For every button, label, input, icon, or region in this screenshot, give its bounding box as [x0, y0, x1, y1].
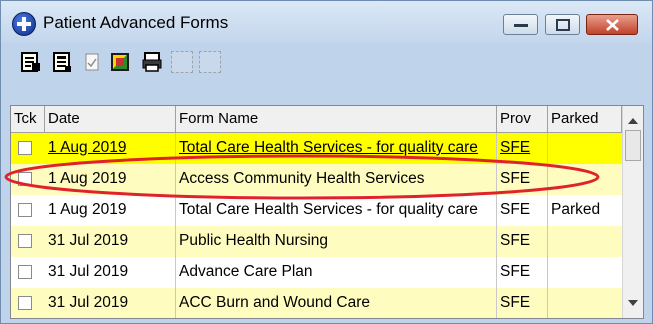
prov-cell: SFE	[497, 195, 548, 226]
parked-cell	[548, 288, 622, 318]
parked-cell	[548, 257, 622, 288]
parked-cell	[548, 226, 622, 257]
blank-button-icon[interactable]	[199, 51, 221, 73]
new-form-icon[interactable]	[19, 51, 41, 73]
form-name-cell: Total Care Health Services - for quality…	[176, 195, 497, 226]
forms-table: Tck Date Form Name Prov Parked 1 Aug 201…	[10, 105, 644, 319]
print-icon[interactable]	[141, 51, 163, 73]
table-row[interactable]: 1 Aug 2019 Access Community Health Servi…	[11, 164, 622, 195]
patient-advanced-forms-window: Patient Advanced Forms Tck Date Form Nam…	[0, 0, 653, 324]
prov-cell: SFE	[497, 288, 548, 318]
date-cell: 1 Aug 2019	[45, 195, 176, 226]
table-row[interactable]: 31 Jul 2019 ACC Burn and Wound Care SFE	[11, 288, 622, 318]
scroll-down-arrow-icon[interactable]	[628, 300, 638, 306]
tick-checkbox[interactable]	[18, 203, 32, 217]
form-name-cell: Total Care Health Services - for quality…	[176, 133, 497, 164]
tick-checkbox[interactable]	[18, 141, 32, 155]
prov-cell: SFE	[497, 133, 548, 164]
minimize-icon	[514, 24, 528, 27]
blank-button-icon[interactable]	[171, 51, 193, 73]
date-cell: 1 Aug 2019	[45, 164, 176, 195]
tick-checkbox[interactable]	[18, 296, 32, 310]
form-name-cell: Public Health Nursing	[176, 226, 497, 257]
column-header-date[interactable]: Date	[45, 106, 176, 132]
parked-cell	[548, 133, 622, 164]
table-row[interactable]: 31 Jul 2019 Advance Care Plan SFE	[11, 257, 622, 288]
vertical-scrollbar[interactable]	[622, 106, 643, 318]
column-header-form-name[interactable]: Form Name	[176, 106, 497, 132]
date-cell: 31 Jul 2019	[45, 226, 176, 257]
maximize-icon	[556, 19, 570, 31]
tick-checkbox[interactable]	[18, 172, 32, 186]
form-name-cell: Access Community Health Services	[176, 164, 497, 195]
minimize-button[interactable]	[503, 14, 538, 35]
table-row[interactable]: 1 Aug 2019 Total Care Health Services - …	[11, 195, 622, 226]
form-name-cell: ACC Burn and Wound Care	[176, 288, 497, 318]
window-title: Patient Advanced Forms	[43, 13, 229, 32]
close-icon	[606, 19, 619, 31]
prov-cell: SFE	[497, 257, 548, 288]
scroll-thumb[interactable]	[625, 130, 641, 161]
maximize-button[interactable]	[545, 14, 580, 35]
date-cell: 31 Jul 2019	[45, 257, 176, 288]
table-header: Tck Date Form Name Prov Parked	[11, 106, 622, 133]
date-cell: 1 Aug 2019	[45, 133, 176, 164]
parked-cell	[548, 164, 622, 195]
date-cell: 31 Jul 2019	[45, 288, 176, 318]
parked-cell: Parked	[551, 201, 601, 218]
column-header-parked[interactable]: Parked	[548, 106, 622, 132]
column-header-prov[interactable]: Prov	[497, 106, 548, 132]
tick-checkbox[interactable]	[18, 265, 32, 279]
add-circle-icon	[12, 12, 36, 36]
column-header-tck[interactable]: Tck	[11, 106, 45, 132]
form-name-cell: Advance Care Plan	[176, 257, 497, 288]
form-check-icon[interactable]	[81, 51, 103, 73]
table-row[interactable]: 31 Jul 2019 Public Health Nursing SFE	[11, 226, 622, 257]
table-row[interactable]: 1 Aug 2019 Total Care Health Services - …	[11, 133, 622, 164]
scroll-up-arrow-icon[interactable]	[628, 118, 638, 124]
tick-checkbox[interactable]	[18, 234, 32, 248]
form-template-icon[interactable]	[51, 51, 73, 73]
title-bar[interactable]: Patient Advanced Forms	[1, 1, 652, 43]
toolbar	[9, 47, 649, 81]
close-button[interactable]	[586, 14, 638, 35]
prov-cell: SFE	[497, 226, 548, 257]
transfer-icon[interactable]	[109, 51, 131, 73]
prov-cell: SFE	[497, 164, 548, 195]
